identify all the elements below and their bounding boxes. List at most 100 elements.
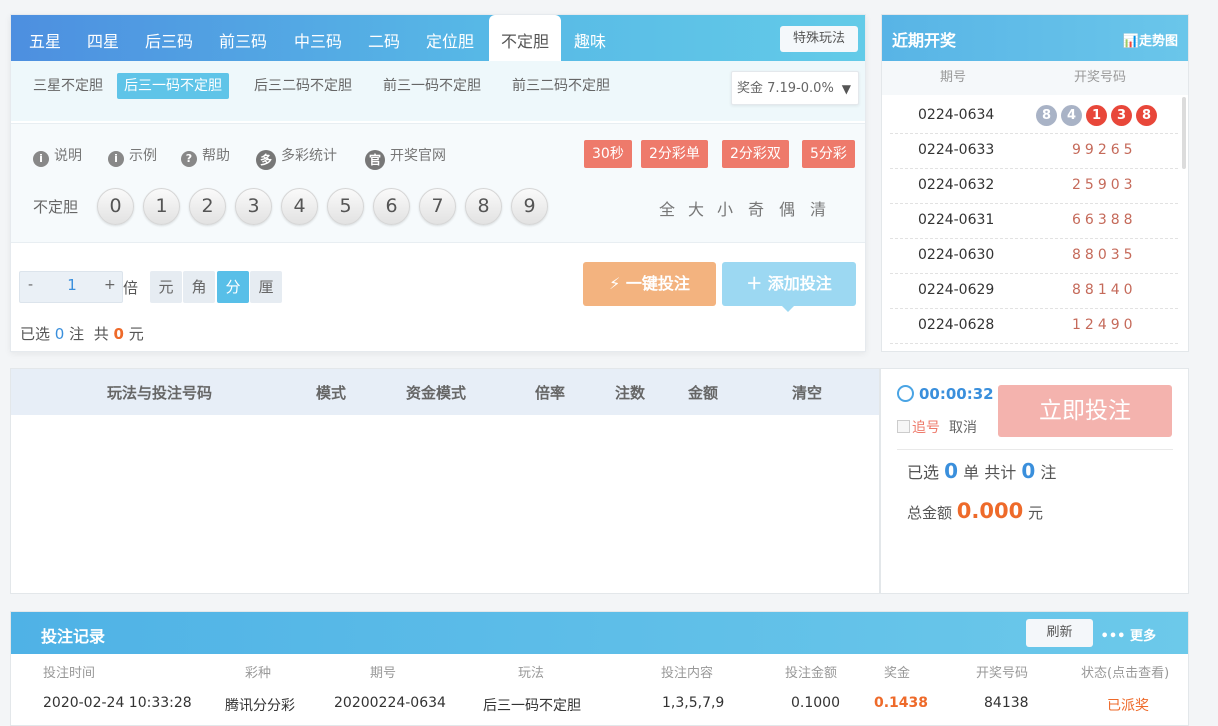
col-numbers: 开奖号码	[1074, 70, 1127, 85]
quick-select-small[interactable]: 小	[717, 196, 733, 220]
subtab-sanxing-budingdan[interactable]: 三星不定胆	[33, 73, 103, 99]
tab-housanma[interactable]: 后三码	[145, 15, 193, 61]
official-site-icon: 官	[365, 150, 385, 170]
one-click-bet-label: 一键投注	[625, 274, 690, 293]
more-label: 更多	[1129, 629, 1156, 644]
number-ball[interactable]: 9	[511, 188, 548, 225]
tool-description[interactable]: i 说明	[33, 146, 82, 167]
quick-select-odd[interactable]: 奇	[748, 196, 764, 220]
tool-help[interactable]: ? 帮助	[181, 146, 230, 167]
special-play-button[interactable]: 特殊玩法	[780, 26, 858, 52]
unit-li-button[interactable]: 厘	[250, 271, 282, 303]
draw-numbers: 88140	[1072, 282, 1137, 298]
number-ball[interactable]: 3	[235, 188, 272, 225]
number-ball[interactable]: 8	[465, 188, 502, 225]
tool-example[interactable]: i 示例	[108, 146, 157, 167]
unit-fen-button[interactable]: 分	[217, 271, 249, 303]
sum-mid: 单 共计	[963, 463, 1017, 482]
chip-2min-double[interactable]: 2分彩双	[722, 140, 789, 168]
draw-ball: 8	[1136, 105, 1157, 126]
quick-select-all[interactable]: 全	[659, 196, 675, 220]
total-amount: 0.000	[956, 499, 1024, 523]
selection-unit: 注	[69, 325, 85, 343]
col-content: 投注内容	[661, 666, 714, 681]
col-period: 期号	[370, 666, 397, 681]
number-ball[interactable]: 6	[373, 188, 410, 225]
quick-select-even[interactable]: 偶	[779, 196, 795, 220]
record-amount: 0.1000	[791, 695, 840, 711]
clear-button[interactable]: 清空	[792, 382, 822, 403]
help-icon: ?	[181, 151, 197, 167]
prize-rate-select[interactable]: 奖金 7.19-0.0% ▼	[731, 71, 859, 105]
one-click-bet-button[interactable]: ⚡ 一键投注	[583, 262, 716, 306]
chip-30s[interactable]: 30秒	[584, 140, 632, 168]
chase-label[interactable]: 追号	[912, 420, 940, 436]
unit-yuan-button[interactable]: 元	[150, 271, 182, 303]
tab-budingdan[interactable]: 不定胆	[489, 15, 561, 61]
bet-count-summary: 已选 0 单 共计 0 注	[907, 459, 1056, 483]
record-status-link[interactable]: 已派奖	[1107, 695, 1149, 715]
sum-bets: 0	[944, 459, 959, 483]
number-ball[interactable]: 7	[419, 188, 456, 225]
number-ball[interactable]: 0	[97, 188, 134, 225]
record-period: 20200224-0634	[334, 695, 446, 711]
info-icon: i	[33, 151, 49, 167]
draw-period: 0224-0628	[918, 317, 995, 333]
submit-bet-button[interactable]: 立即投注	[998, 385, 1172, 437]
multiplier-input[interactable]: 1	[50, 276, 94, 294]
col-fund-mode: 资金模式	[406, 384, 467, 402]
draw-row: 0224-0629 88140	[890, 274, 1178, 309]
tab-dingweidan[interactable]: 定位胆	[426, 15, 474, 61]
quick-select-big[interactable]: 大	[688, 196, 704, 220]
chase-checkbox[interactable]	[897, 420, 910, 433]
tab-wuxing[interactable]: 五星	[29, 15, 61, 61]
draw-row: 0224-0633 99265	[890, 134, 1178, 169]
tab-qiansanma[interactable]: 前三码	[219, 15, 267, 61]
chevron-down-icon: ▼	[841, 82, 851, 96]
countdown-timer: 00:00:32	[897, 385, 994, 403]
more-records-link[interactable]: ••• 更多	[1101, 625, 1156, 644]
draw-row: 0224-0628 12490	[890, 309, 1178, 344]
col-draw-numbers: 开奖号码	[976, 666, 1029, 681]
refresh-button[interactable]: 刷新	[1026, 619, 1093, 647]
add-bet-button[interactable]: ＋ 添加投注	[722, 262, 856, 306]
chip-5min[interactable]: 5分彩	[802, 140, 855, 168]
tab-zhongsanma[interactable]: 中三码	[294, 15, 342, 61]
multiplier-plus-button[interactable]: +	[104, 277, 116, 293]
selection-currency: 元	[128, 325, 144, 343]
tab-erma[interactable]: 二码	[368, 15, 400, 61]
subtab-qiansan-erma[interactable]: 前三二码不定胆	[512, 73, 610, 99]
unit-jiao-button[interactable]: 角	[183, 271, 215, 303]
multiplier-minus-button[interactable]: -	[28, 277, 33, 293]
number-ball[interactable]: 1	[143, 188, 180, 225]
col-status: 状态(点击查看)	[1081, 666, 1170, 681]
draw-row: 0224-0631 66388	[890, 204, 1178, 239]
sum-prefix: 已选	[907, 463, 940, 482]
subtab-housan-erma[interactable]: 后三二码不定胆	[254, 73, 352, 99]
subtab-housan-yima[interactable]: 后三一码不定胆	[117, 73, 229, 99]
tool-stats[interactable]: 多多彩统计	[256, 146, 337, 170]
draw-ball: 4	[1061, 105, 1082, 126]
col-bet-count: 注数	[615, 384, 646, 402]
col-period: 期号	[940, 70, 967, 85]
recent-draws-scrollbar[interactable]	[1182, 97, 1186, 169]
trend-chart-link[interactable]: 📊走势图	[1123, 30, 1178, 49]
number-ball[interactable]: 2	[189, 188, 226, 225]
tab-quwei[interactable]: 趣味	[574, 15, 606, 61]
quick-select-clear[interactable]: 清	[810, 196, 826, 220]
add-bet-pointer	[782, 306, 794, 312]
tab-sixing[interactable]: 四星	[87, 15, 119, 61]
tool-official-site[interactable]: 官开奖官网	[365, 146, 446, 170]
number-ball[interactable]: 5	[327, 188, 364, 225]
sum-suffix: 注	[1040, 463, 1057, 482]
col-mode: 模式	[316, 384, 347, 402]
cancel-chase-button[interactable]: 取消	[949, 420, 977, 436]
record-lottery: 腾讯分分彩	[225, 698, 295, 714]
tool-official-site-label: 开奖官网	[390, 148, 446, 164]
divider	[897, 449, 1173, 450]
bet-list-panel: 玩法与投注号码 模式 资金模式 倍率 注数 金额 清空	[10, 368, 880, 594]
subtab-qiansan-yima[interactable]: 前三一码不定胆	[383, 73, 481, 99]
draw-numbers: 25903	[1072, 177, 1137, 193]
chip-2min-single[interactable]: 2分彩单	[641, 140, 708, 168]
number-ball[interactable]: 4	[281, 188, 318, 225]
